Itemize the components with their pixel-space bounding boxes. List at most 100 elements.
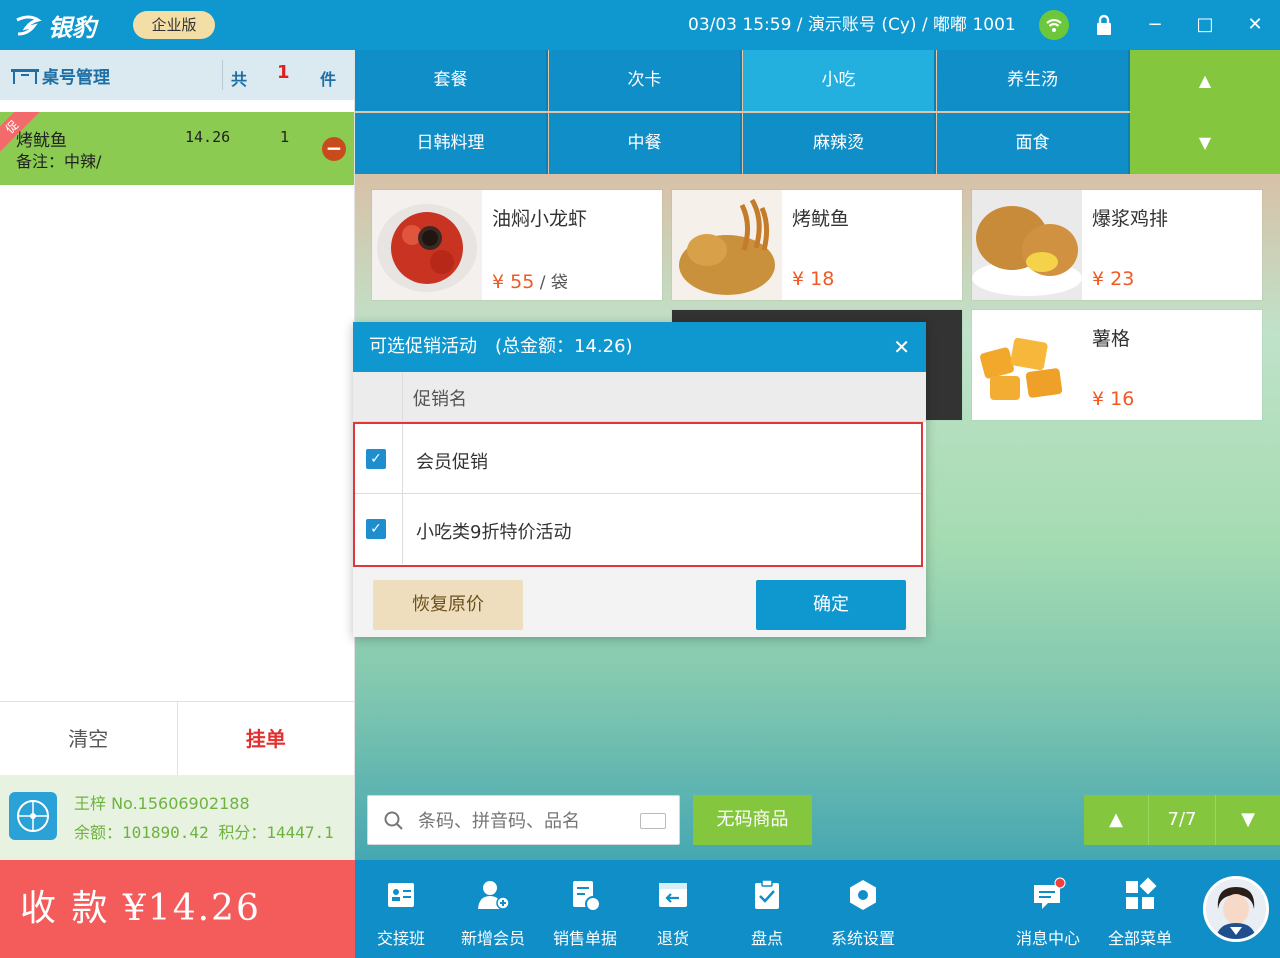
total-prefix: 共 bbox=[231, 70, 248, 89]
product-image-squid bbox=[672, 190, 782, 300]
close-window-button[interactable]: ✕ bbox=[1230, 0, 1280, 50]
column-header-promo-name: 促销名 bbox=[413, 389, 467, 410]
nav-return[interactable]: 退货 bbox=[627, 860, 719, 958]
category-up-button[interactable]: ▲ bbox=[1130, 50, 1280, 112]
table-management-label: 桌号管理 bbox=[42, 68, 110, 88]
maximize-button[interactable]: □ bbox=[1180, 0, 1230, 50]
table-icon bbox=[11, 68, 39, 84]
nav-inventory[interactable]: 盘点 bbox=[721, 860, 813, 958]
promotion-name: 会员促销 bbox=[416, 452, 488, 473]
category-tab-7[interactable]: 麻辣烫 bbox=[743, 113, 936, 174]
divider bbox=[402, 494, 403, 564]
product-card[interactable]: 薯格 ¥ 16 bbox=[972, 310, 1262, 420]
dialog-close-icon[interactable]: ✕ bbox=[893, 322, 910, 372]
nav-label: 销售单据 bbox=[552, 929, 617, 948]
product-unit: / 袋 bbox=[534, 273, 568, 293]
inventory-icon bbox=[755, 879, 779, 909]
member-balance-points: 余额：101890.42 积分：14447.1 bbox=[74, 823, 334, 842]
category-tab-8[interactable]: 面食 bbox=[937, 113, 1130, 174]
add-member-icon bbox=[478, 881, 510, 910]
assistant-avatar[interactable] bbox=[1203, 876, 1269, 942]
product-card[interactable]: 烤鱿鱼 ¥ 18 bbox=[672, 190, 962, 300]
member-name-phone: 王梓 No.15606902188 bbox=[74, 794, 250, 813]
nav-shift[interactable]: 交接班 bbox=[355, 860, 447, 958]
keyboard-icon[interactable] bbox=[640, 813, 666, 829]
order-item-note: 备注：中辣/ bbox=[16, 152, 102, 171]
logo-icon bbox=[16, 15, 42, 35]
sales-doc-icon bbox=[573, 881, 601, 912]
divider bbox=[402, 424, 403, 494]
promotion-name: 小吃类9折特价活动 bbox=[416, 522, 572, 543]
search-input[interactable] bbox=[418, 804, 628, 838]
page-down-button[interactable]: ▼ bbox=[1216, 795, 1280, 845]
promotion-row[interactable]: ✓ 会员促销 bbox=[355, 424, 921, 494]
product-price-value: ¥ 55 bbox=[492, 271, 535, 293]
nav-sales-docs[interactable]: 销售单据 bbox=[539, 860, 631, 958]
bottom-nav: 交接班 新增会员 销售单据 退货 盘点 系统设置 消息中心 全部菜单 bbox=[355, 860, 1280, 958]
order-actions: 清空 挂单 bbox=[0, 701, 354, 775]
order-item-price: 14.26 bbox=[185, 128, 231, 146]
product-pager: ▲ 7/7 ▼ bbox=[1084, 795, 1280, 845]
clear-button[interactable]: 清空 bbox=[0, 702, 178, 775]
nav-label: 全部菜单 bbox=[1107, 929, 1172, 948]
category-tab-4[interactable]: 养生汤 bbox=[937, 50, 1130, 111]
dialog-footer: 恢复原价 确定 bbox=[353, 567, 926, 637]
no-code-item-button[interactable]: 无码商品 bbox=[693, 795, 812, 845]
session-info: 03/03 15:59 / 演示账号 (Cy) / 嘟嘟 1001 bbox=[688, 15, 1016, 35]
table-management-button[interactable]: 桌号管理 bbox=[10, 63, 110, 88]
app-logo: 银豹 bbox=[14, 8, 96, 43]
settings-icon bbox=[850, 880, 876, 910]
order-header: 桌号管理 共 1 件 bbox=[0, 50, 354, 100]
app-name: 银豹 bbox=[48, 14, 96, 42]
category-tab-5[interactable]: 日韩料理 bbox=[355, 113, 548, 174]
dialog-header: 可选促销活动 (总金额：14.26) ✕ bbox=[353, 322, 926, 372]
minimize-button[interactable]: − bbox=[1130, 0, 1180, 50]
product-name: 薯格 bbox=[1092, 328, 1131, 350]
checkout-button[interactable]: 收 款 ¥14.26 bbox=[0, 860, 355, 958]
promotion-list: ✓ 会员促销 ✓ 小吃类9折特价活动 bbox=[353, 422, 923, 567]
return-icon bbox=[659, 883, 687, 907]
restore-price-button[interactable]: 恢复原价 bbox=[373, 580, 523, 630]
header-checkbox-cell bbox=[353, 372, 403, 422]
category-tab-1[interactable]: 套餐 bbox=[355, 50, 548, 111]
product-price: ¥ 23 bbox=[1092, 268, 1135, 290]
edition-badge: 企业版 bbox=[133, 11, 215, 39]
category-down-button[interactable]: ▼ bbox=[1130, 112, 1280, 174]
nav-label: 交接班 bbox=[376, 929, 425, 948]
product-card[interactable]: 爆浆鸡排 ¥ 23 bbox=[972, 190, 1262, 300]
product-price: ¥ 18 bbox=[792, 268, 835, 290]
dialog-title: 可选促销活动 (总金额：14.26) bbox=[369, 336, 633, 357]
product-name: 爆浆鸡排 bbox=[1092, 208, 1169, 230]
nav-all-menus[interactable]: 全部菜单 bbox=[1094, 860, 1186, 958]
nav-messages[interactable]: 消息中心 bbox=[1002, 860, 1094, 958]
divider bbox=[222, 60, 223, 90]
hold-order-button[interactable]: 挂单 bbox=[178, 702, 355, 775]
member-info[interactable]: 王梓 No.15606902188 余额：101890.42 积分：14447.… bbox=[0, 775, 354, 860]
title-bar: 银豹 企业版 03/03 15:59 / 演示账号 (Cy) / 嘟嘟 1001… bbox=[0, 0, 1280, 50]
member-card-icon bbox=[9, 792, 57, 840]
product-name: 烤鱿鱼 bbox=[792, 208, 850, 230]
promotion-row[interactable]: ✓ 小吃类9折特价活动 bbox=[355, 494, 921, 564]
confirm-button[interactable]: 确定 bbox=[756, 580, 906, 630]
product-card[interactable]: 油焖小龙虾 ¥ 55 / 袋 bbox=[372, 190, 662, 300]
category-tab-3[interactable]: 小吃 bbox=[743, 50, 936, 111]
category-tab-6[interactable]: 中餐 bbox=[549, 113, 742, 174]
page-indicator: 7/7 bbox=[1148, 795, 1216, 845]
page-up-button[interactable]: ▲ bbox=[1084, 795, 1148, 845]
lock-icon[interactable] bbox=[1095, 14, 1113, 40]
category-tab-2[interactable]: 次卡 bbox=[549, 50, 742, 111]
promotion-checkbox[interactable]: ✓ bbox=[366, 519, 386, 539]
nav-add-member[interactable]: 新增会员 bbox=[447, 860, 539, 958]
nav-settings[interactable]: 系统设置 bbox=[817, 860, 909, 958]
product-image-crayfish bbox=[372, 190, 482, 300]
promotion-checkbox[interactable]: ✓ bbox=[366, 449, 386, 469]
search-box[interactable] bbox=[367, 795, 680, 845]
total-count: 1 bbox=[277, 62, 290, 83]
product-image-waffle-fries bbox=[972, 310, 1082, 420]
order-item[interactable]: 促 烤鱿鱼 备注：中辣/ 14.26 1 − bbox=[0, 112, 354, 185]
remove-item-icon[interactable]: − bbox=[322, 137, 346, 161]
message-icon bbox=[1034, 877, 1066, 909]
product-name: 油焖小龙虾 bbox=[492, 208, 588, 230]
nav-label: 盘点 bbox=[750, 929, 783, 948]
wifi-icon bbox=[1039, 10, 1069, 40]
